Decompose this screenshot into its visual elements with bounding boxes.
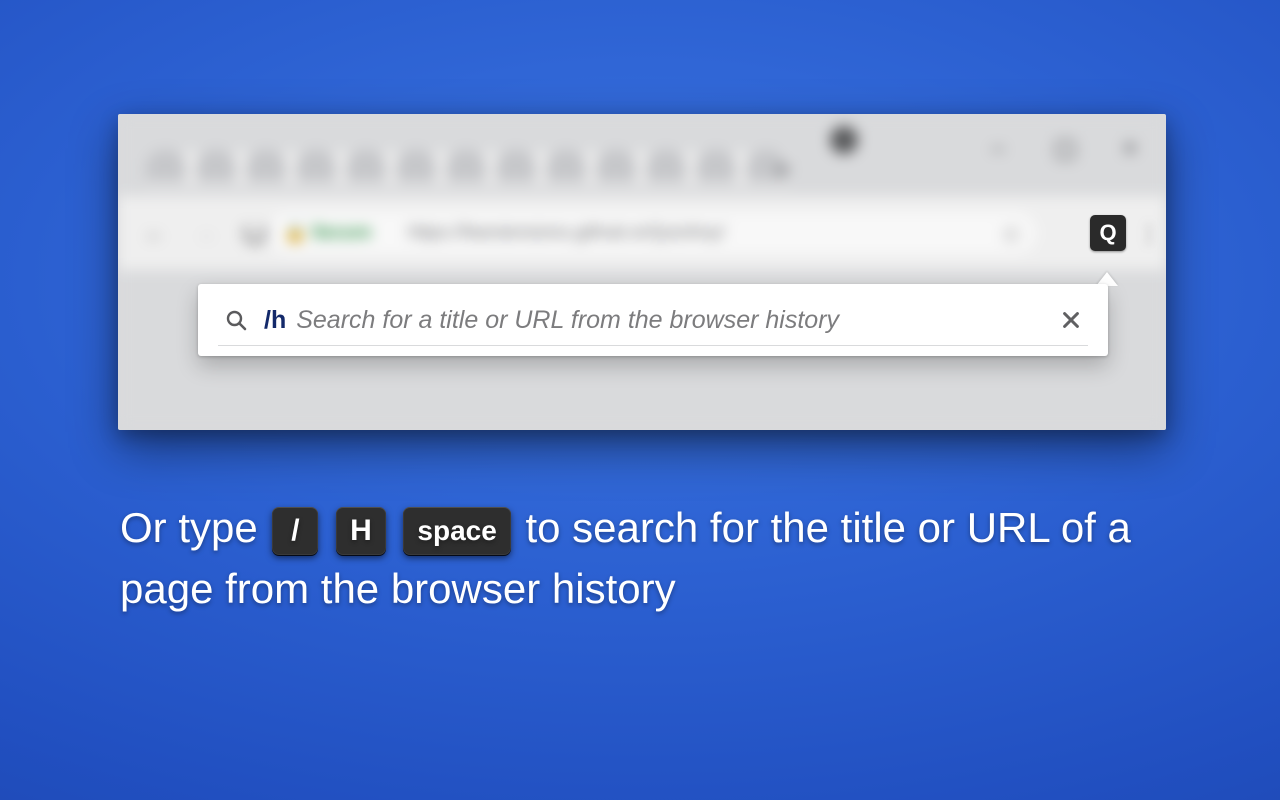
key-slash: / xyxy=(272,507,318,555)
back-icon: ← xyxy=(144,220,166,246)
tab-strip: – ▢ × xyxy=(118,114,1166,196)
extension-letter: Q xyxy=(1099,220,1116,246)
key-h: H xyxy=(336,507,386,555)
search-popup: /h Search for a title or URL from the br… xyxy=(198,284,1108,356)
profile-avatar-icon xyxy=(830,126,858,154)
browser-screenshot-card: – ▢ × ← → 🔒 Secure https://fwextensions.… xyxy=(118,114,1166,430)
clear-icon[interactable] xyxy=(1060,309,1082,331)
search-mode-prefix: /h xyxy=(264,306,286,335)
security-label: Secure xyxy=(311,222,371,242)
tab-close-icon xyxy=(774,162,790,178)
security-chip: 🔒 Secure xyxy=(284,222,371,243)
search-icon xyxy=(224,308,248,332)
blurred-browser-chrome: – ▢ × ← → 🔒 Secure https://fwextensions.… xyxy=(118,114,1166,430)
caption-text-before: Or type xyxy=(120,504,269,551)
maximize-icon: ▢ xyxy=(1054,134,1074,163)
close-window-icon: × xyxy=(1120,135,1140,163)
bookmark-star-icon: ☆ xyxy=(1000,220,1022,249)
reload-icon xyxy=(244,222,266,244)
background-tabs xyxy=(146,150,846,188)
quickey-extension-button[interactable]: Q xyxy=(1090,215,1126,251)
forward-icon: → xyxy=(194,220,216,246)
window-controls: – ▢ × xyxy=(988,134,1140,163)
omnibox: 🔒 Secure https://fwextensions.github.io/… xyxy=(268,212,1036,254)
search-input[interactable]: Search for a title or URL from the brows… xyxy=(296,306,1044,335)
key-space: space xyxy=(403,507,510,555)
browser-menu-icon: ⋮ xyxy=(1138,221,1158,245)
nav-buttons: ← → xyxy=(144,220,266,246)
omnibox-url: https://fwextensions.github.io/QuicKey/ xyxy=(408,222,725,243)
input-underline xyxy=(218,345,1088,346)
minimize-icon: – xyxy=(988,135,1008,163)
promo-caption: Or type / H space to search for the titl… xyxy=(120,498,1160,620)
address-bar-row: ← → 🔒 Secure https://fwextensions.github… xyxy=(118,196,1166,270)
